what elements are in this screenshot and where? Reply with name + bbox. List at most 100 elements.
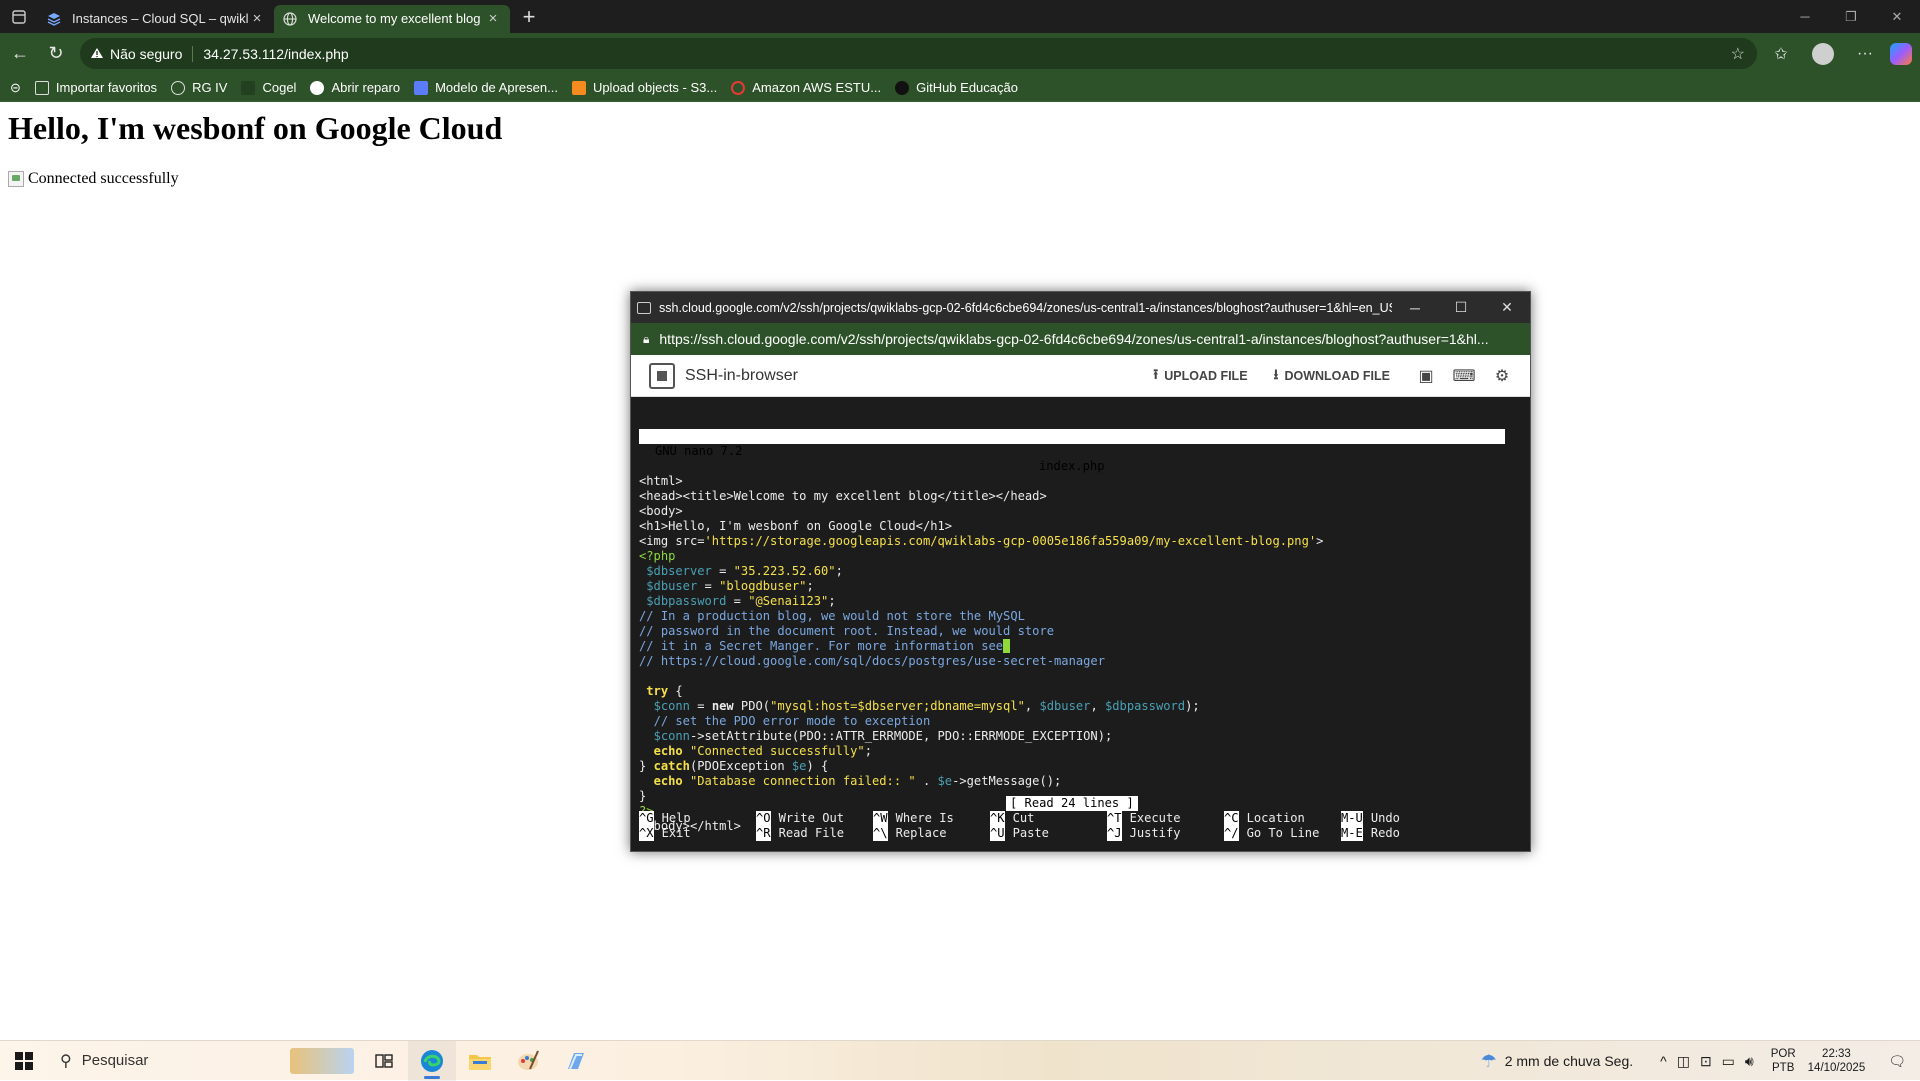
code-line: <body> <box>639 504 1524 519</box>
maximize-icon[interactable]: ☐ <box>1438 299 1484 316</box>
shortcut-key: ^J <box>1107 826 1122 841</box>
code-line: $conn->setAttribute(PDO::ATTR_ERRMODE, P… <box>639 729 1524 744</box>
minimize-icon[interactable]: ─ <box>1392 300 1438 316</box>
close-window-icon[interactable]: ✕ <box>1484 299 1530 316</box>
code-token: try <box>646 684 669 698</box>
restore-icon[interactable]: ❐ <box>1828 0 1874 33</box>
shield-icon <box>414 80 429 95</box>
address-bar[interactable]: Não seguro 34.27.53.112/index.php ☆ <box>80 38 1757 69</box>
address-toolbar: ← ↻ Não seguro 34.27.53.112/index.php ☆ … <box>0 33 1920 74</box>
code-token: (PDOException <box>689 759 792 773</box>
bookmark-abrir-reparo[interactable]: Abrir reparo <box>310 80 400 95</box>
search-placeholder: Pesquisar <box>81 1052 149 1069</box>
code-token: <h1>Hello, I'm wesbonf on Google Cloud</… <box>639 519 953 533</box>
start-button[interactable] <box>0 1041 48 1081</box>
cloud-sql-icon <box>46 11 62 27</box>
volume-icon[interactable]: 🔊︎ <box>1745 1053 1754 1070</box>
clock[interactable]: 22:33 14/10/2025 <box>1808 1047 1866 1075</box>
terminal[interactable]: GNU nano 7.2 index.php <html><head><titl… <box>639 399 1524 849</box>
profile-avatar[interactable] <box>1812 42 1834 65</box>
nano-header: GNU nano 7.2 index.php <box>639 429 1505 473</box>
more-menu-icon[interactable]: ··· <box>1848 38 1882 69</box>
taskbar: ⚲ Pesquisar ☂ 2 mm de chuva Seg. ^ ◫ ⊡ ▭… <box>0 1040 1920 1081</box>
keyboard-icon[interactable]: ⌨ <box>1452 366 1475 386</box>
code-token: <head><title>Welcome to my excellent blo… <box>639 489 1047 503</box>
shortcut-item: ^\ Replace <box>873 826 990 841</box>
tab-blog[interactable]: Welcome to my excellent blog × <box>274 4 510 33</box>
code-token: $dbpassword <box>646 594 727 608</box>
nano-version: GNU nano 7.2 <box>655 444 743 458</box>
shortcut-key: ^\ <box>873 826 888 841</box>
network-icon[interactable]: ▭ <box>1722 1053 1735 1070</box>
minimize-icon[interactable]: ─ <box>1782 0 1828 33</box>
security-label[interactable]: Não seguro <box>110 46 182 62</box>
feedback-icon[interactable]: ▣ <box>1416 366 1436 386</box>
shortcut-label: Go To Line <box>1246 826 1320 840</box>
weather-text: 2 mm de chuva Seg. <box>1504 1053 1634 1069</box>
editor-app-icon[interactable] <box>552 1041 600 1081</box>
download-file-button[interactable]: ⭳ DOWNLOAD FILE <box>1274 364 1390 388</box>
bookmark-modelo[interactable]: Modelo de Apresen... <box>414 80 558 95</box>
favorites-icon[interactable]: ✩ <box>1764 38 1798 69</box>
code-token: ->setAttribute(PDO::ATTR_ERRMODE, PDO::E… <box>689 729 1113 743</box>
shortcut-item: ^W Where Is <box>873 811 990 826</box>
tab-actions-icon[interactable] <box>0 0 38 33</box>
edge-icon[interactable] <box>408 1040 456 1081</box>
reading-mode-icon[interactable]: ⊝ <box>10 80 21 96</box>
bookmark-rg-iv[interactable]: RG IV <box>171 80 227 95</box>
rain-umbrella-icon: ☂ <box>1480 1050 1497 1071</box>
code-line: $dbpassword = "@Senai123"; <box>639 594 1524 609</box>
shortcut-key: ^G <box>639 811 654 826</box>
weather-widget[interactable]: ☂ 2 mm de chuva Seg. <box>1481 1051 1634 1072</box>
shortcut-key: ^C <box>1224 811 1239 826</box>
bookmark-import[interactable]: Importar favoritos <box>34 80 157 95</box>
settings-gear-icon[interactable]: ⚙ <box>1492 366 1512 386</box>
code-token: . <box>915 774 938 788</box>
notification-app-icon[interactable]: ⊡ <box>1700 1053 1712 1070</box>
bookmark-amazon-aws[interactable]: Amazon AWS ESTU... <box>731 80 881 95</box>
code-token: PDO( <box>733 699 771 713</box>
notifications-icon[interactable]: 🗨︎ <box>1888 1053 1906 1070</box>
bookmarks-bar: ⊝ Importar favoritos RG IV Cogel Abrir r… <box>0 74 1920 102</box>
tab-cloud-sql[interactable]: Instances – Cloud SQL – qwiklabs × <box>38 5 274 33</box>
shortcut-label: Undo <box>1370 811 1400 825</box>
shortcut-label: Exit <box>661 826 691 840</box>
aws-icon <box>731 80 746 95</box>
bookmark-cogel[interactable]: Cogel <box>241 80 296 95</box>
taskbar-search[interactable]: ⚲ Pesquisar <box>48 1041 360 1081</box>
code-token: echo <box>653 774 683 788</box>
new-tab-button[interactable]: + <box>514 4 544 30</box>
close-window-icon[interactable]: ✕ <box>1874 0 1920 33</box>
chevron-up-icon[interactable]: ^ <box>1660 1053 1667 1069</box>
upload-file-button[interactable]: ⭱ UPLOAD FILE <box>1153 364 1247 388</box>
input-language[interactable]: POR PTB <box>1771 1047 1796 1075</box>
bookmark-github[interactable]: GitHub Educação <box>895 80 1018 95</box>
github-icon <box>895 80 910 95</box>
back-icon[interactable]: ← <box>2 36 38 72</box>
task-view-icon[interactable] <box>360 1041 408 1081</box>
paint-icon[interactable] <box>504 1041 552 1081</box>
close-tab-icon[interactable]: × <box>484 10 502 27</box>
shortcut-label: Execute <box>1129 811 1181 825</box>
camera-icon[interactable]: ◫ <box>1677 1053 1690 1070</box>
bookmark-upload-s3[interactable]: Upload objects - S3... <box>571 80 717 95</box>
close-tab-icon[interactable]: × <box>248 10 266 27</box>
file-explorer-icon[interactable] <box>456 1041 504 1081</box>
import-icon <box>34 80 49 95</box>
favorite-star-icon[interactable]: ☆ <box>1731 44 1745 64</box>
repair-icon <box>310 80 325 95</box>
code-area[interactable]: <html><head><title>Welcome to my excelle… <box>639 474 1524 834</box>
globe-icon <box>282 11 298 27</box>
code-token: ->getMessage(); <box>952 774 1062 788</box>
code-line: $dbserver = "35.223.52.60"; <box>639 564 1524 579</box>
ssh-url[interactable]: https://ssh.cloud.google.com/v2/ssh/proj… <box>659 331 1488 347</box>
shortcut-label: Cut <box>1012 811 1035 825</box>
reload-icon[interactable]: ↻ <box>38 36 74 72</box>
globe-icon <box>171 80 186 95</box>
code-token: = <box>711 564 734 578</box>
url-text[interactable]: 34.27.53.112/index.php <box>203 46 348 62</box>
shortcut-item: M-E Redo <box>1341 826 1458 841</box>
ssh-window-title: ssh.cloud.google.com/v2/ssh/projects/qwi… <box>659 300 1392 315</box>
copilot-icon[interactable] <box>1890 42 1912 65</box>
